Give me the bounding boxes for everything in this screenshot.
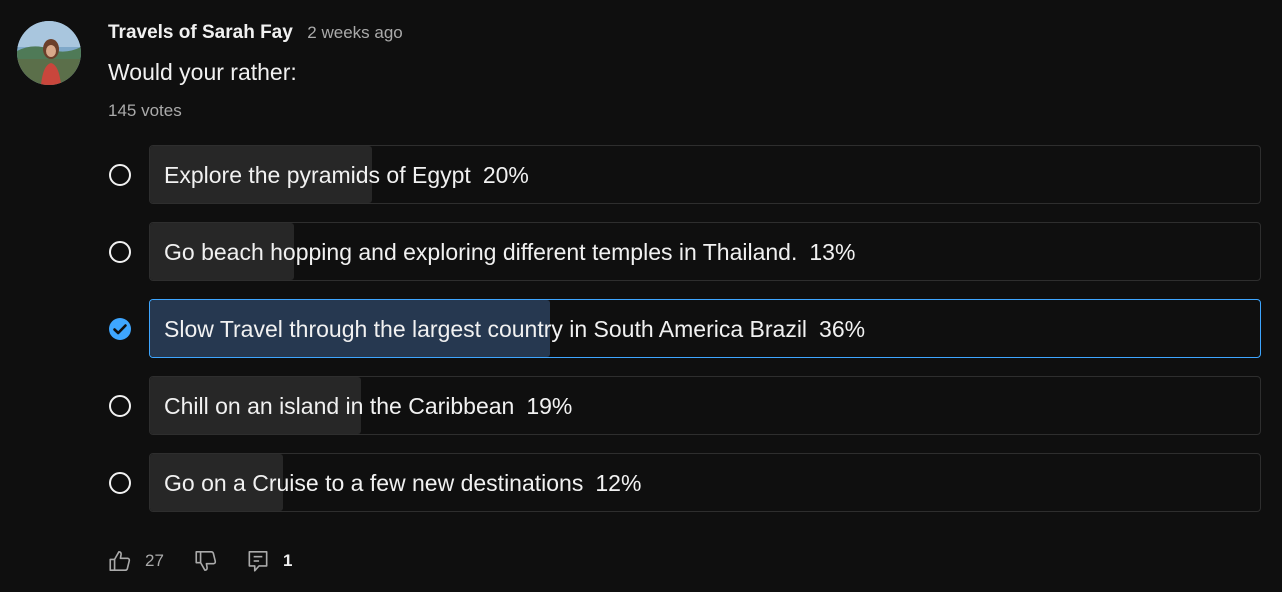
poll-option-text: Explore the pyramids of Egypt 20%: [164, 162, 529, 189]
poll-option[interactable]: Chill on an island in the Caribbean 19%: [107, 376, 1262, 437]
post-header: Travels of Sarah Fay 2 weeks ago: [108, 22, 403, 44]
poll-option-label: Explore the pyramids of Egypt: [164, 162, 471, 188]
poll-bar[interactable]: Slow Travel through the largest country …: [149, 299, 1261, 358]
comment-icon[interactable]: [245, 548, 271, 574]
check-circle-icon[interactable]: [108, 317, 132, 341]
poll-option-label: Slow Travel through the largest country …: [164, 316, 808, 342]
poll-option-text: Go beach hopping and exploring different…: [164, 239, 855, 266]
avatar[interactable]: [17, 21, 81, 85]
radio-icon[interactable]: [109, 241, 131, 263]
poll-option-percent: 20%: [482, 162, 529, 188]
poll-option-label: Go on a Cruise to a few new destinations: [164, 470, 584, 496]
post-text: Would your rather:: [108, 59, 297, 85]
community-post: Travels of Sarah Fay 2 weeks ago Would y…: [0, 0, 1282, 592]
poll-bar[interactable]: Explore the pyramids of Egypt 20%: [149, 145, 1261, 204]
poll-option[interactable]: Go beach hopping and exploring different…: [107, 222, 1262, 283]
poll-option-percent: 19%: [526, 393, 573, 419]
poll-option[interactable]: Go on a Cruise to a few new destinations…: [107, 453, 1262, 514]
vote-count: 145 votes: [108, 101, 182, 120]
radio-icon[interactable]: [109, 164, 131, 186]
poll-option-percent: 12%: [595, 470, 642, 496]
poll-option-label: Chill on an island in the Caribbean: [164, 393, 515, 419]
poll-option-text: Chill on an island in the Caribbean 19%: [164, 393, 572, 420]
radio-icon[interactable]: [109, 472, 131, 494]
poll-option-label: Go beach hopping and exploring different…: [164, 239, 798, 265]
poll-option-percent: 36%: [819, 316, 866, 342]
poll-option-text: Slow Travel through the largest country …: [164, 316, 865, 343]
poll-option-selected[interactable]: Slow Travel through the largest country …: [107, 299, 1262, 360]
thumbs-down-icon[interactable]: [193, 548, 219, 574]
poll-option[interactable]: Explore the pyramids of Egypt 20%: [107, 145, 1262, 206]
post-time[interactable]: 2 weeks ago: [307, 23, 402, 42]
poll-bar[interactable]: Go on a Cruise to a few new destinations…: [149, 453, 1261, 512]
thumbs-up-icon[interactable]: [107, 548, 133, 574]
poll-bar[interactable]: Chill on an island in the Caribbean 19%: [149, 376, 1261, 435]
author-name[interactable]: Travels of Sarah Fay: [108, 22, 293, 43]
radio-icon[interactable]: [109, 395, 131, 417]
like-count: 27: [145, 551, 164, 570]
poll-option-text: Go on a Cruise to a few new destinations…: [164, 470, 641, 497]
comment-count[interactable]: 1: [283, 551, 292, 571]
poll-option-percent: 13%: [809, 239, 856, 265]
poll-bar[interactable]: Go beach hopping and exploring different…: [149, 222, 1261, 281]
